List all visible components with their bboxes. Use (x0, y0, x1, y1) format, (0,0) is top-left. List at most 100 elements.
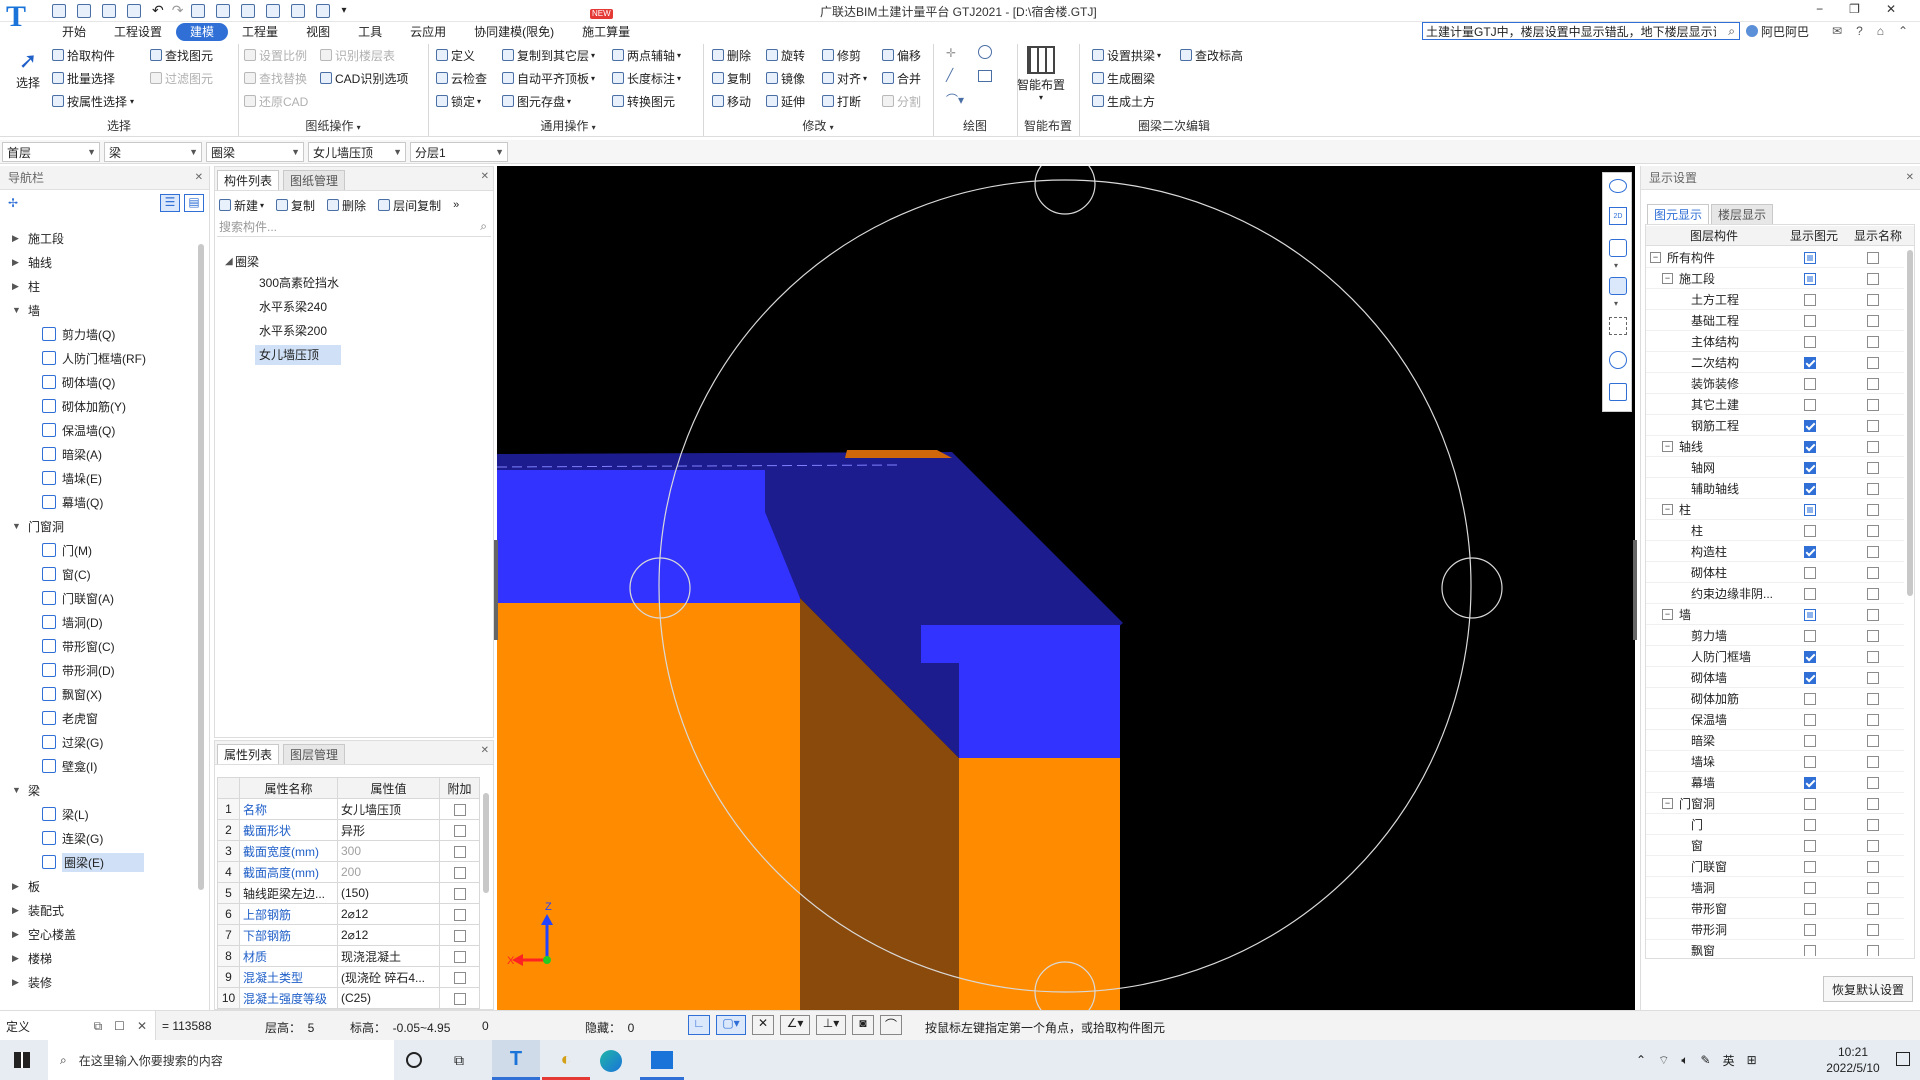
dynamic-input-icon[interactable]: ◙ (852, 1015, 874, 1035)
show-name-checkbox[interactable] (1866, 756, 1879, 769)
nav-category[interactable]: ▶ 装修 (0, 972, 52, 992)
left-splitter-handle[interactable] (494, 540, 498, 640)
right-splitter-handle[interactable] (1633, 540, 1637, 640)
display-row[interactable]: 其它土建 (1646, 395, 1904, 415)
show-element-checkbox[interactable] (1804, 252, 1817, 265)
taskbar-search[interactable]: ⌕ 在这里输入你要搜索的内容 (48, 1040, 394, 1080)
component-item[interactable]: 女儿墙压顶 (255, 345, 341, 365)
show-element-checkbox[interactable] (1804, 336, 1817, 349)
restore-button[interactable]: ❐ (1849, 2, 1860, 16)
nav-item[interactable]: 门联窗(A) (0, 588, 114, 608)
arc-snap-icon[interactable]: ⌒ (880, 1015, 902, 1035)
restore-button[interactable]: ⧉ (94, 1019, 103, 1034)
smart-layout-button[interactable]: 智能布置 ▾ (1012, 44, 1070, 104)
display-row[interactable]: 门 (1646, 815, 1904, 835)
show-element-checkbox[interactable] (1804, 672, 1817, 685)
home-icon[interactable]: ⌂ (1877, 24, 1884, 38)
display-row[interactable]: 剪力墙 (1646, 626, 1904, 646)
iso-view-icon[interactable] (1609, 351, 1627, 369)
collapse-icon[interactable]: ▼ (12, 521, 28, 531)
display-row[interactable]: 暗梁 (1646, 731, 1904, 751)
show-name-checkbox[interactable] (1866, 609, 1879, 622)
collapse-icon[interactable]: − (1662, 273, 1673, 284)
component-root[interactable]: ◢ 圈梁 (225, 251, 259, 271)
property-value[interactable]: (C25) (337, 987, 440, 1009)
generate-ring-beam-button[interactable]: 生成圈梁 (1092, 68, 1155, 88)
delete-component-button[interactable]: 删除 (327, 197, 366, 214)
property-value[interactable]: 现浇混凝土 (337, 945, 440, 967)
show-name-checkbox[interactable] (1866, 945, 1879, 956)
model-3d-view[interactable]: Z X (497, 166, 1635, 1010)
table-row[interactable]: 9 混凝土类型 (现浇砼 碎石4... (217, 966, 480, 988)
offset-button[interactable]: 偏移 (882, 45, 921, 65)
open-file-icon[interactable] (77, 3, 91, 18)
show-name-checkbox[interactable] (1866, 546, 1879, 559)
show-element-checkbox[interactable] (1804, 504, 1817, 517)
show-element-checkbox[interactable] (1804, 462, 1817, 475)
tab-floor-display[interactable]: 楼层显示 (1711, 204, 1774, 224)
show-element-checkbox[interactable] (1804, 798, 1817, 811)
menu-8[interactable]: 施工算量 (568, 23, 644, 41)
display-row[interactable]: 带形洞 (1646, 920, 1904, 940)
property-value[interactable]: 2⌀12 (337, 903, 440, 925)
open-folder-icon[interactable] (102, 3, 116, 18)
expand-icon[interactable]: ▶ (12, 977, 28, 988)
help-icon[interactable]: ? (1856, 24, 1863, 38)
calc-icon[interactable] (191, 3, 206, 18)
extra-checkbox[interactable] (453, 971, 466, 984)
show-name-checkbox[interactable] (1866, 525, 1879, 538)
nav-item[interactable]: 过梁(G) (0, 732, 103, 752)
save-element-button[interactable]: 图元存盘 ▾ (502, 91, 571, 111)
pen-icon[interactable]: ✎ (1701, 1053, 1711, 1067)
display-row[interactable]: 墙垛 (1646, 752, 1904, 772)
tab-component-list[interactable]: 构件列表 (217, 170, 280, 190)
menu-5[interactable]: 工具 (344, 23, 396, 41)
nav-item[interactable]: 飘窗(X) (0, 684, 102, 704)
nav-item[interactable]: 人防门框墙(RF) (0, 348, 146, 368)
close-button[interactable]: ✕ (137, 1019, 147, 1033)
volume-icon[interactable]: 🔈︎ (1681, 1053, 1688, 1068)
show-element-checkbox[interactable] (1804, 777, 1817, 790)
show-element-checkbox[interactable] (1804, 819, 1817, 832)
collapse-ribbon-icon[interactable]: ⌃ (1898, 24, 1908, 38)
taskbar-app-gtj[interactable]: T (492, 1040, 540, 1080)
show-name-checkbox[interactable] (1866, 567, 1879, 580)
show-element-checkbox[interactable] (1804, 273, 1817, 286)
network-icon[interactable]: ⌔ (1658, 1053, 1669, 1068)
nav-scrollbar[interactable] (198, 244, 204, 890)
copy-button[interactable]: 复制 (712, 68, 751, 88)
menu-6[interactable]: 云应用 (396, 23, 460, 41)
table-icon[interactable] (266, 3, 281, 18)
find-replace-button[interactable]: 查找替换 (244, 68, 307, 88)
maximize-button[interactable]: ☐ (114, 1019, 125, 1033)
orange-wall-front[interactable] (497, 598, 800, 1010)
line-tool-icon[interactable]: ╱ (946, 68, 953, 82)
lock-button[interactable]: 锁定 ▾ (436, 91, 481, 111)
display-row[interactable]: 保温墙 (1646, 710, 1904, 730)
tab-element-display[interactable]: 图元显示 (1647, 204, 1710, 224)
show-element-checkbox[interactable] (1804, 567, 1817, 580)
show-name-checkbox[interactable] (1866, 378, 1879, 391)
display-row[interactable]: − 柱 (1646, 500, 1904, 520)
orange-wall-right[interactable] (959, 758, 1120, 1010)
search-icon[interactable]: ⌕ (1728, 24, 1735, 39)
extra-checkbox[interactable] (453, 824, 466, 837)
tray-up-icon[interactable]: ⌃ (1636, 1053, 1646, 1067)
show-name-checkbox[interactable] (1866, 672, 1879, 685)
qat-more-icon[interactable]: ▾ (341, 5, 346, 16)
fit-view-icon[interactable] (1609, 317, 1627, 335)
extra-checkbox[interactable] (453, 992, 466, 1005)
collapse-icon[interactable]: − (1650, 252, 1661, 263)
close-icon[interactable]: ✕ (481, 745, 489, 756)
display-row[interactable]: 人防门框墙 (1646, 647, 1904, 667)
property-scrollbar[interactable] (483, 793, 489, 893)
task-view-icon[interactable]: ⧉ (454, 1052, 464, 1069)
2d-view-icon[interactable]: 2D (1609, 207, 1627, 225)
nav-item[interactable]: 砌体墙(Q) (0, 372, 115, 392)
new-file-icon[interactable] (52, 3, 66, 18)
define-mini-window[interactable]: 定义 ⧉ ☐ ✕ (0, 1011, 156, 1041)
nav-item[interactable]: 老虎窗 (0, 708, 98, 728)
component-select[interactable]: 女儿墙压顶 ▼ (308, 142, 406, 162)
show-name-checkbox[interactable] (1866, 399, 1879, 412)
set-arch-beam-button[interactable]: 设置拱梁 ▾ (1092, 45, 1161, 65)
